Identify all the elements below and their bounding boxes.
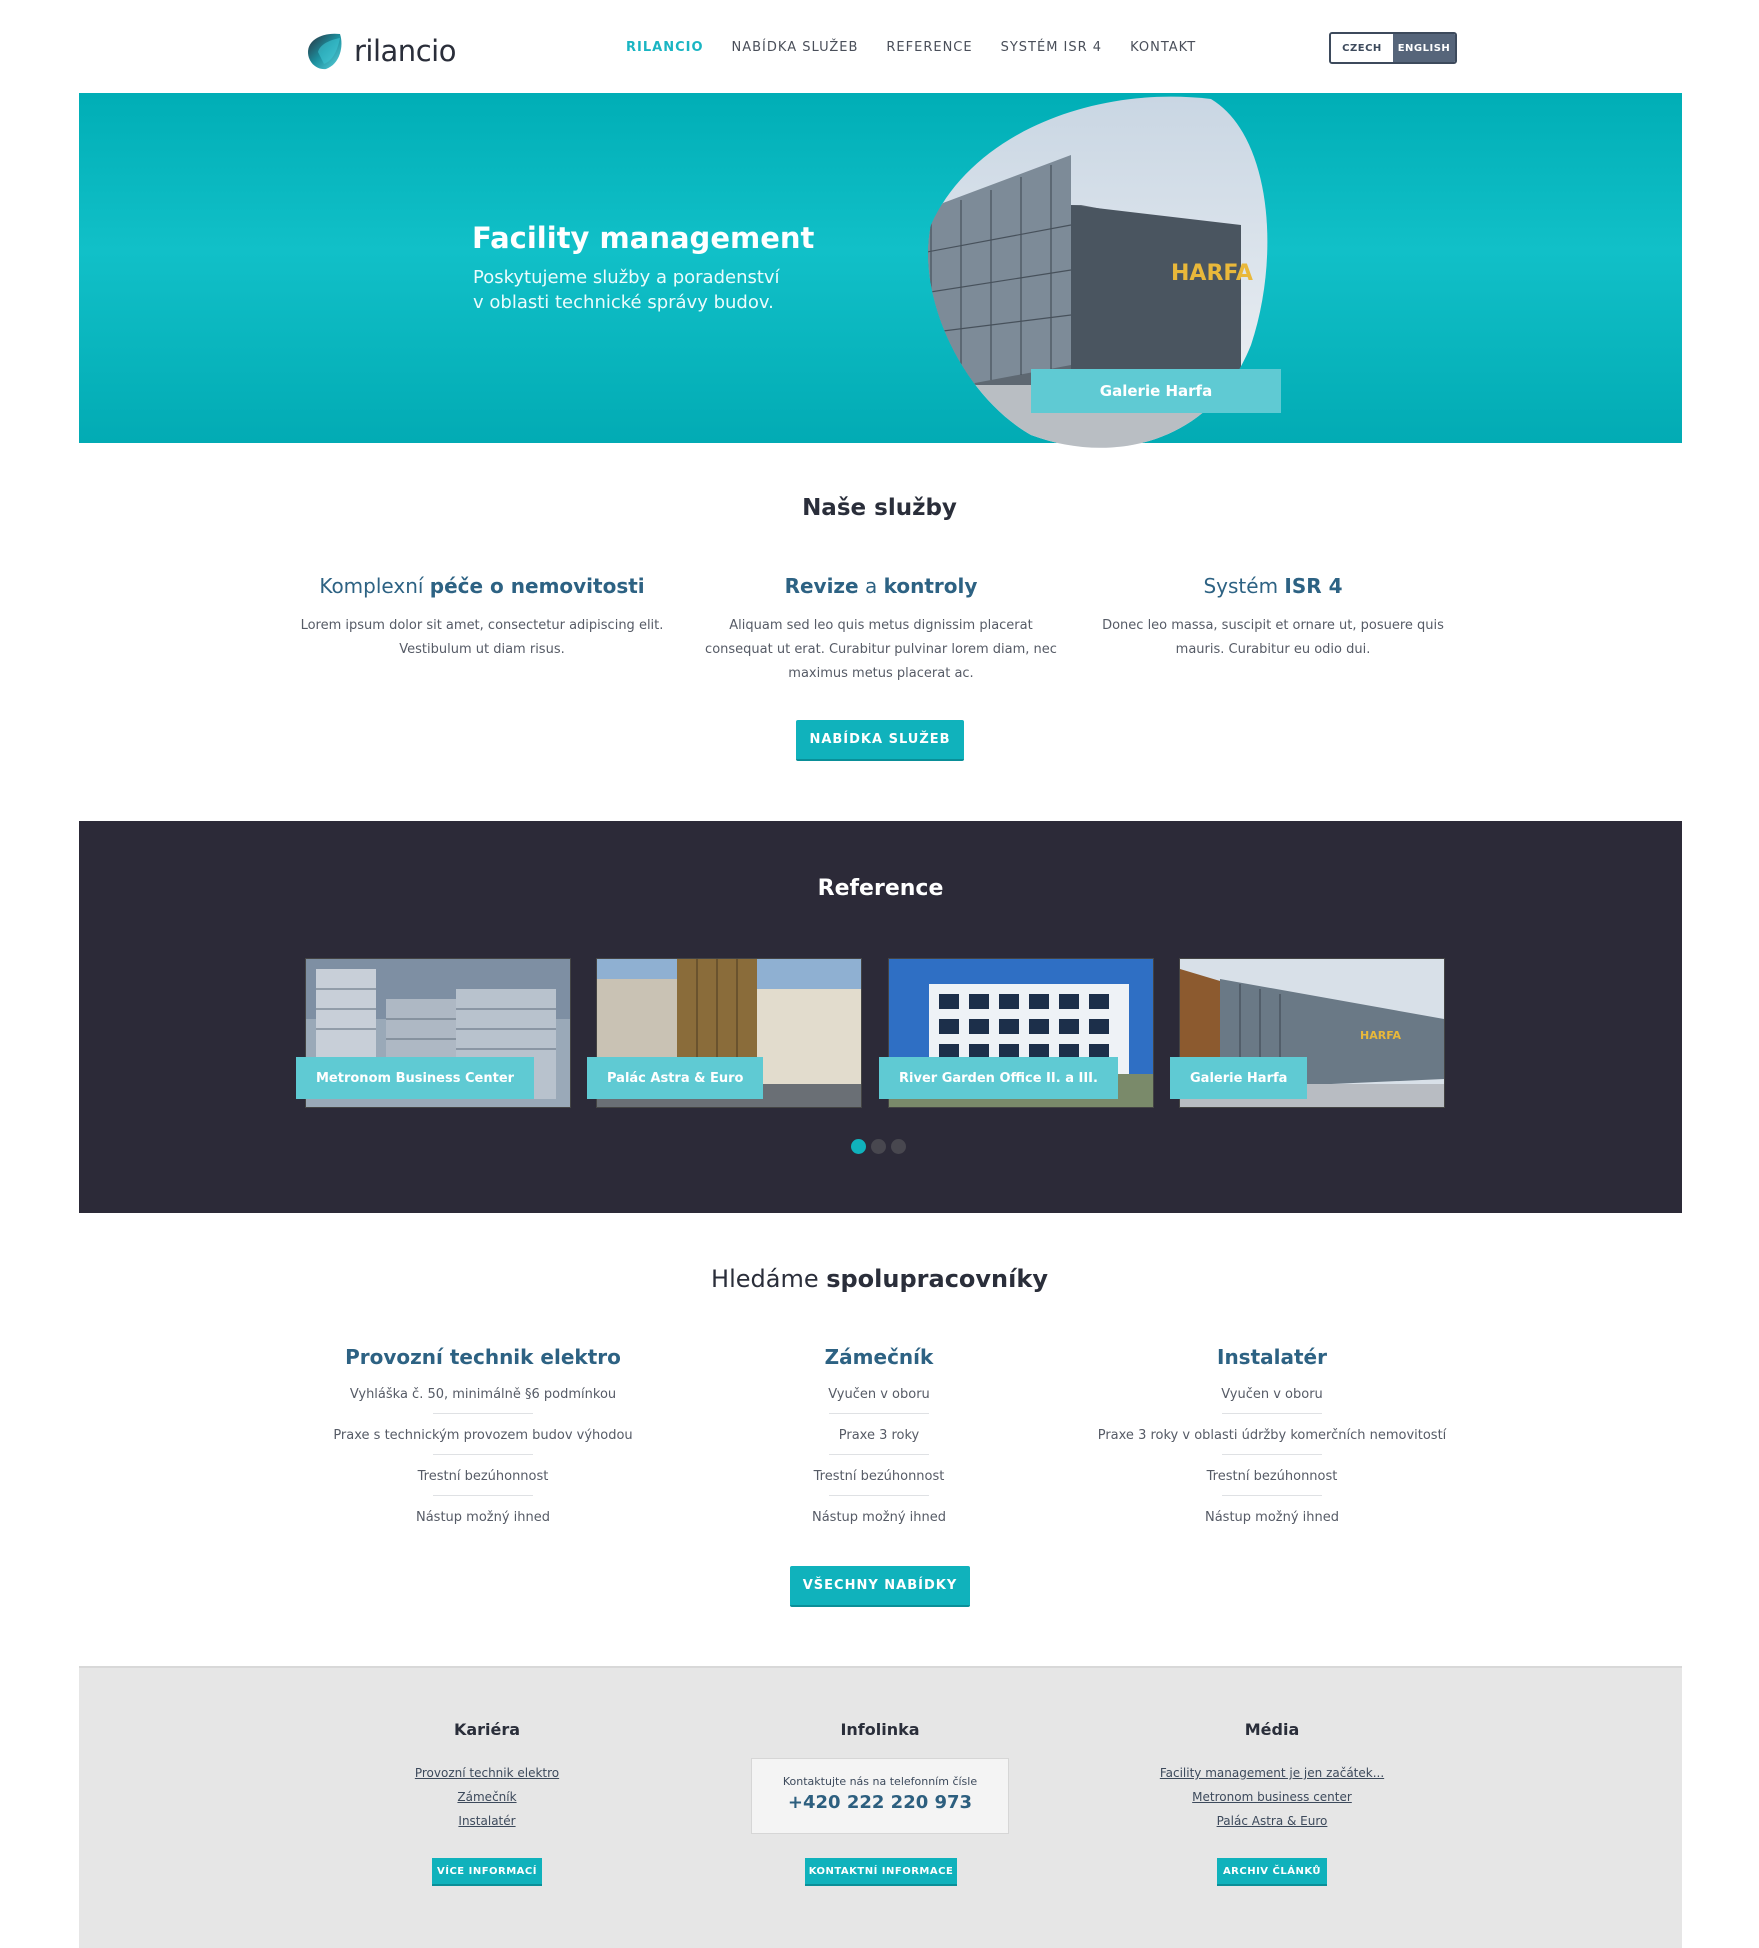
carousel-dot[interactable] xyxy=(871,1139,886,1154)
harfa-sign: HARFA xyxy=(1171,261,1253,286)
service-title: Komplexní péče o nemovitosti xyxy=(299,574,665,598)
infoline-phone[interactable]: +420 222 220 973 xyxy=(752,1792,1008,1813)
footer-media: Média Facility management je jen začátek… xyxy=(1127,1720,1417,1833)
footer-infoline-title: Infolinka xyxy=(840,1720,920,1739)
harfa-sign: HARFA xyxy=(1360,1029,1401,1042)
job-requirement: Praxe 3 roky v oblasti údržby komerčních… xyxy=(1072,1426,1472,1467)
reference-caption: River Garden Office II. a III. xyxy=(879,1057,1118,1099)
footer-media-link[interactable]: Palác Astra & Euro xyxy=(1127,1809,1417,1833)
footer-career-link[interactable]: Zámečník xyxy=(342,1785,632,1809)
infoline-text: Kontaktujte nás na telefonním čísle xyxy=(782,1775,978,1788)
contact-info-button[interactable]: KONTAKTNÍ INFORMACE xyxy=(805,1858,957,1886)
service-text: Lorem ipsum dolor sit amet, consectetur … xyxy=(300,618,664,657)
service-title: Revize a kontroly xyxy=(698,574,1064,598)
reference-caption: Palác Astra & Euro xyxy=(587,1057,764,1099)
job-requirement: Praxe s technickým provozem budov výhodo… xyxy=(283,1426,683,1467)
reference-card[interactable]: HARFA Galerie Harfa xyxy=(1170,958,1445,1108)
job-requirement: Vyhláška č. 50, minimálně §6 podmínkou xyxy=(283,1385,683,1426)
job-column: Provozní technik elektro Vyhláška č. 50,… xyxy=(283,1345,683,1549)
footer-career: Kariéra Provozní technik elektro Zámeční… xyxy=(342,1720,632,1833)
job-requirement: Trestní bezúhonnost xyxy=(283,1467,683,1508)
job-requirement: Vyučen v oboru xyxy=(1072,1385,1472,1426)
job-requirement: Nástup možný ihned xyxy=(1204,1510,1340,1525)
service-text: Donec leo massa, suscipit et ornare ut, … xyxy=(1102,618,1444,657)
job-requirement: Trestní bezúhonnost xyxy=(1072,1467,1472,1508)
reference-card[interactable]: Metronom Business Center xyxy=(296,958,571,1108)
carousel-dot[interactable] xyxy=(851,1139,866,1154)
nav-reference[interactable]: REFERENCE xyxy=(886,40,972,55)
service-title-bold2: kontroly xyxy=(883,574,978,598)
job-title[interactable]: Instalatér xyxy=(1072,1345,1472,1369)
job-requirements: Vyučen v oboru Praxe 3 roky Trestní bezú… xyxy=(679,1385,1079,1549)
job-requirement: Vyučen v oboru xyxy=(679,1385,1079,1426)
language-switch: CZECH ENGLISH xyxy=(1329,32,1457,64)
job-requirement: Trestní bezúhonnost xyxy=(679,1467,1079,1508)
hero-banner: Facility management Poskytujeme služby a… xyxy=(79,93,1682,443)
service-title-bold: péče o nemovitosti xyxy=(429,574,645,598)
job-column: Zámečník Vyučen v oboru Praxe 3 roky Tre… xyxy=(679,1345,1079,1549)
service-title-pre: Systém xyxy=(1203,574,1285,598)
services-button[interactable]: NABÍDKA SLUŽEB xyxy=(796,720,964,761)
service-title-pre: Komplexní xyxy=(319,574,430,598)
services-title: Naše služby xyxy=(802,495,957,521)
footer-media-link[interactable]: Facility management je jen začátek... xyxy=(1127,1761,1417,1785)
reference-caption: Metronom Business Center xyxy=(296,1057,535,1099)
nav-services[interactable]: NABÍDKA SLUŽEB xyxy=(732,40,859,55)
logo-text: rilancio xyxy=(354,34,456,68)
nav-rilancio[interactable]: RILANCIO xyxy=(626,40,704,55)
references-section: Reference Metronom Business Center Palác… xyxy=(79,821,1682,1213)
service-item: Komplexní péče o nemovitosti Lorem ipsum… xyxy=(299,574,665,662)
job-requirements: Vyhláška č. 50, minimálně §6 podmínkou P… xyxy=(283,1385,683,1549)
job-requirement: Nástup možný ihned xyxy=(415,1510,551,1525)
articles-archive-button[interactable]: ARCHIV ČLÁNKŮ xyxy=(1217,1858,1327,1886)
job-requirements: Vyučen v oboru Praxe 3 roky v oblasti úd… xyxy=(1072,1385,1472,1549)
footer-career-title: Kariéra xyxy=(453,1720,521,1739)
job-column: Instalatér Vyučen v oboru Praxe 3 roky v… xyxy=(1072,1345,1472,1549)
more-info-button[interactable]: VÍCE INFORMACÍ xyxy=(432,1858,542,1886)
footer-career-link[interactable]: Provozní technik elektro xyxy=(342,1761,632,1785)
job-title[interactable]: Zámečník xyxy=(679,1345,1079,1369)
footer: Kariéra Provozní technik elektro Zámeční… xyxy=(79,1666,1682,1948)
all-offers-button[interactable]: VŠECHNY NABÍDKY xyxy=(790,1566,970,1607)
service-title-bold: ISR 4 xyxy=(1284,574,1343,598)
hero-title: Facility management xyxy=(472,221,815,255)
service-item: Revize a kontroly Aliquam sed leo quis m… xyxy=(698,574,1064,686)
jobs-title-bold: spolupracovníky xyxy=(826,1265,1048,1293)
jobs-title: Hledáme spolupracovníky xyxy=(0,1265,1759,1293)
job-title[interactable]: Provozní technik elektro xyxy=(283,1345,683,1369)
reference-caption: Galerie Harfa xyxy=(1170,1057,1308,1099)
jobs-title-pre: Hledáme xyxy=(711,1265,827,1293)
logo[interactable]: rilancio xyxy=(304,30,456,72)
infoline-box: Kontaktujte nás na telefonním čísle +420… xyxy=(751,1758,1009,1834)
hero-subtitle-line1: Poskytujeme služby a poradenství xyxy=(473,267,780,288)
references-title: Reference xyxy=(817,876,944,901)
service-title: Systém ISR 4 xyxy=(1090,574,1456,598)
service-title-mid: a xyxy=(858,574,884,598)
logo-icon xyxy=(308,33,342,70)
job-requirement: Praxe 3 roky xyxy=(679,1426,1079,1467)
reference-card[interactable]: Palác Astra & Euro xyxy=(587,958,862,1108)
carousel-dot[interactable] xyxy=(891,1139,906,1154)
footer-infoline: Infolinka xyxy=(735,1720,1025,1761)
nav-contact[interactable]: KONTAKT xyxy=(1130,40,1196,55)
service-title-bold: Revize xyxy=(784,574,859,598)
hero-photo-caption[interactable]: Galerie Harfa xyxy=(1031,369,1281,413)
service-item: Systém ISR 4 Donec leo massa, suscipit e… xyxy=(1090,574,1456,662)
hero-subtitle-line2: v oblasti technické správy budov. xyxy=(473,292,774,313)
footer-career-link[interactable]: Instalatér xyxy=(342,1809,632,1833)
footer-media-link[interactable]: Metronom business center xyxy=(1127,1785,1417,1809)
carousel-dots xyxy=(851,1139,906,1154)
main-nav: RILANCIO NABÍDKA SLUŽEB REFERENCE SYSTÉM… xyxy=(626,40,1196,55)
lang-english-button[interactable]: ENGLISH xyxy=(1393,34,1455,62)
page: rilancio RILANCIO NABÍDKA SLUŽEB REFEREN… xyxy=(0,0,1759,1948)
footer-media-title: Média xyxy=(1244,1720,1300,1739)
lang-czech-button[interactable]: CZECH xyxy=(1331,34,1393,62)
reference-card[interactable]: River Garden Office II. a III. xyxy=(879,958,1154,1108)
nav-isr4[interactable]: SYSTÉM ISR 4 xyxy=(1001,40,1102,55)
hero-subtitle: Poskytujeme služby a poradenství v oblas… xyxy=(473,265,793,315)
job-requirement: Nástup možný ihned xyxy=(811,1510,947,1525)
service-text: Aliquam sed leo quis metus dignissim pla… xyxy=(705,618,1057,681)
header: rilancio RILANCIO NABÍDKA SLUŽEB REFEREN… xyxy=(0,0,1759,93)
